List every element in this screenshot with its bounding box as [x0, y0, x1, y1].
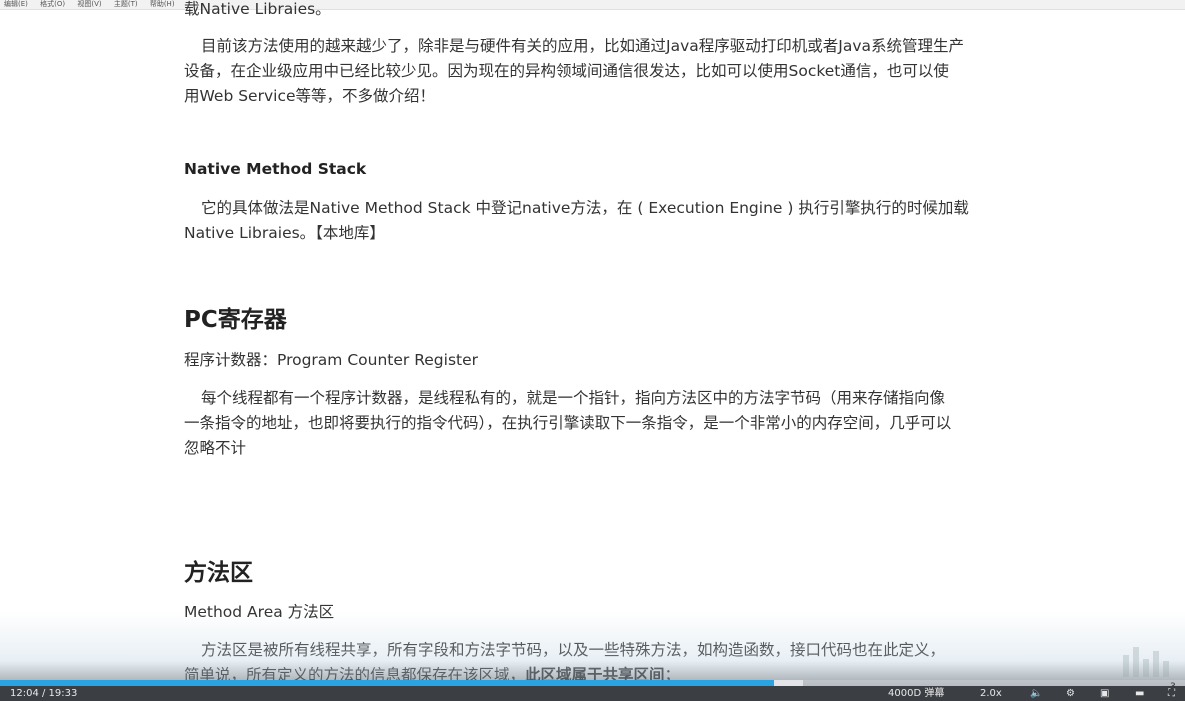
- speed-button[interactable]: 2.0x: [980, 686, 1002, 701]
- page-marker: 3: [1170, 682, 1176, 692]
- playback-time: 12:04 / 19:33: [10, 688, 78, 699]
- volume-icon[interactable]: 🔈: [1030, 686, 1042, 701]
- danmaku-label[interactable]: 4000D 弹幕: [888, 686, 944, 701]
- widescreen-icon[interactable]: ▬: [1135, 686, 1144, 701]
- paragraph-pc-line3: 忽略不计: [184, 439, 247, 457]
- player-controls: 12:04 / 19:33 4000D 弹幕 2.0x 🔈 ⚙ ▣ ▬ ⛶: [0, 686, 1185, 701]
- heading-method-area: 方法区: [184, 560, 253, 586]
- heading-pc-register: PC寄存器: [184, 307, 287, 333]
- menu-edit[interactable]: 编辑(E): [4, 0, 28, 8]
- heading-native-method-stack: Native Method Stack: [184, 160, 367, 178]
- paragraph-native-line2: 设备，在企业级应用中已经比较少见。因为现在的异构领域间通信很发达，比如可以使用S…: [184, 62, 949, 80]
- paragraph-native-line3: 用Web Service等等，不多做介绍！: [184, 87, 436, 105]
- paragraph-pc-line1: 每个线程都有一个程序计数器，是线程私有的，就是一个指针，指向方法区中的方法字节码…: [201, 389, 946, 407]
- menu-bar: 编辑(E) 格式(O) 视图(V) 主题(T) 帮助(H): [0, 0, 1185, 10]
- watermark-icon: [1123, 647, 1169, 677]
- menu-theme[interactable]: 主题(T): [114, 0, 138, 8]
- paragraph-nms-line2: Native Libraies。【本地库】: [184, 224, 385, 242]
- paragraph-nms-line1: 它的具体做法是Native Method Stack 中登记native方法，在…: [201, 199, 969, 217]
- paragraph-pc-line2: 一条指令的地址，也即将要执行的指令代码），在执行引擎读取下一条指令，是一个非常小…: [184, 414, 952, 432]
- menu-format[interactable]: 格式(O): [40, 0, 65, 8]
- paragraph-native-line1: 目前该方法使用的越来越少了，除非是与硬件有关的应用，比如通过Java程序驱动打印…: [201, 37, 964, 55]
- menu-help[interactable]: 帮助(H): [150, 0, 175, 8]
- menu-view[interactable]: 视图(V): [77, 0, 101, 8]
- paragraph-method-line1: 方法区是被所有线程共享，所有字段和方法字节码，以及一些特殊方法，如构造函数，接口…: [201, 641, 946, 659]
- top-fragment-text: 载Native Libraies。: [184, 0, 331, 18]
- pc-subtitle: 程序计数器：Program Counter Register: [184, 351, 479, 369]
- method-subtitle: Method Area 方法区: [184, 603, 335, 621]
- picture-in-picture-icon[interactable]: ▣: [1100, 686, 1109, 701]
- settings-icon[interactable]: ⚙: [1066, 686, 1075, 701]
